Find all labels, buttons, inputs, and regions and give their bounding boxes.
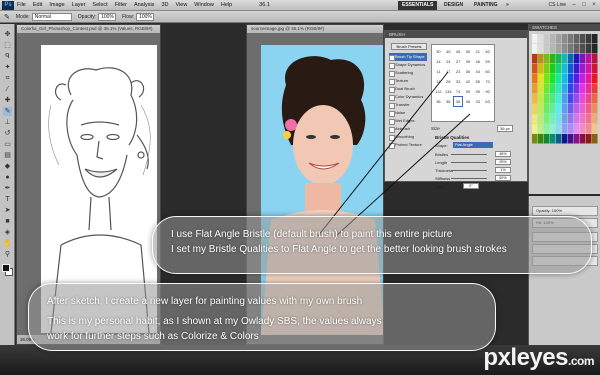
callout-brush-line-1: I use Flat Angle Bristle (default brush)… — [171, 229, 453, 240]
callout-values-line-1: After sketch, I create a new layer for p… — [47, 296, 363, 307]
callout-values-line-2: This is my personal habit, as I shown at… — [47, 316, 382, 327]
callout-values-line-3: work for further steps such as Colorize … — [47, 331, 259, 342]
callout-brush-note: I use Flat Angle Bristle (default brush)… — [152, 216, 592, 274]
watermark-name: pxleyes — [483, 344, 568, 371]
watermark-tld: .com — [567, 354, 595, 368]
callout-values-note: After sketch, I create a new layer for p… — [28, 283, 496, 351]
callout-brush-line-2: I set my Bristle Qualities to Flat Angle… — [171, 244, 507, 255]
pxleyes-watermark: pxleyes.com — [483, 344, 594, 372]
